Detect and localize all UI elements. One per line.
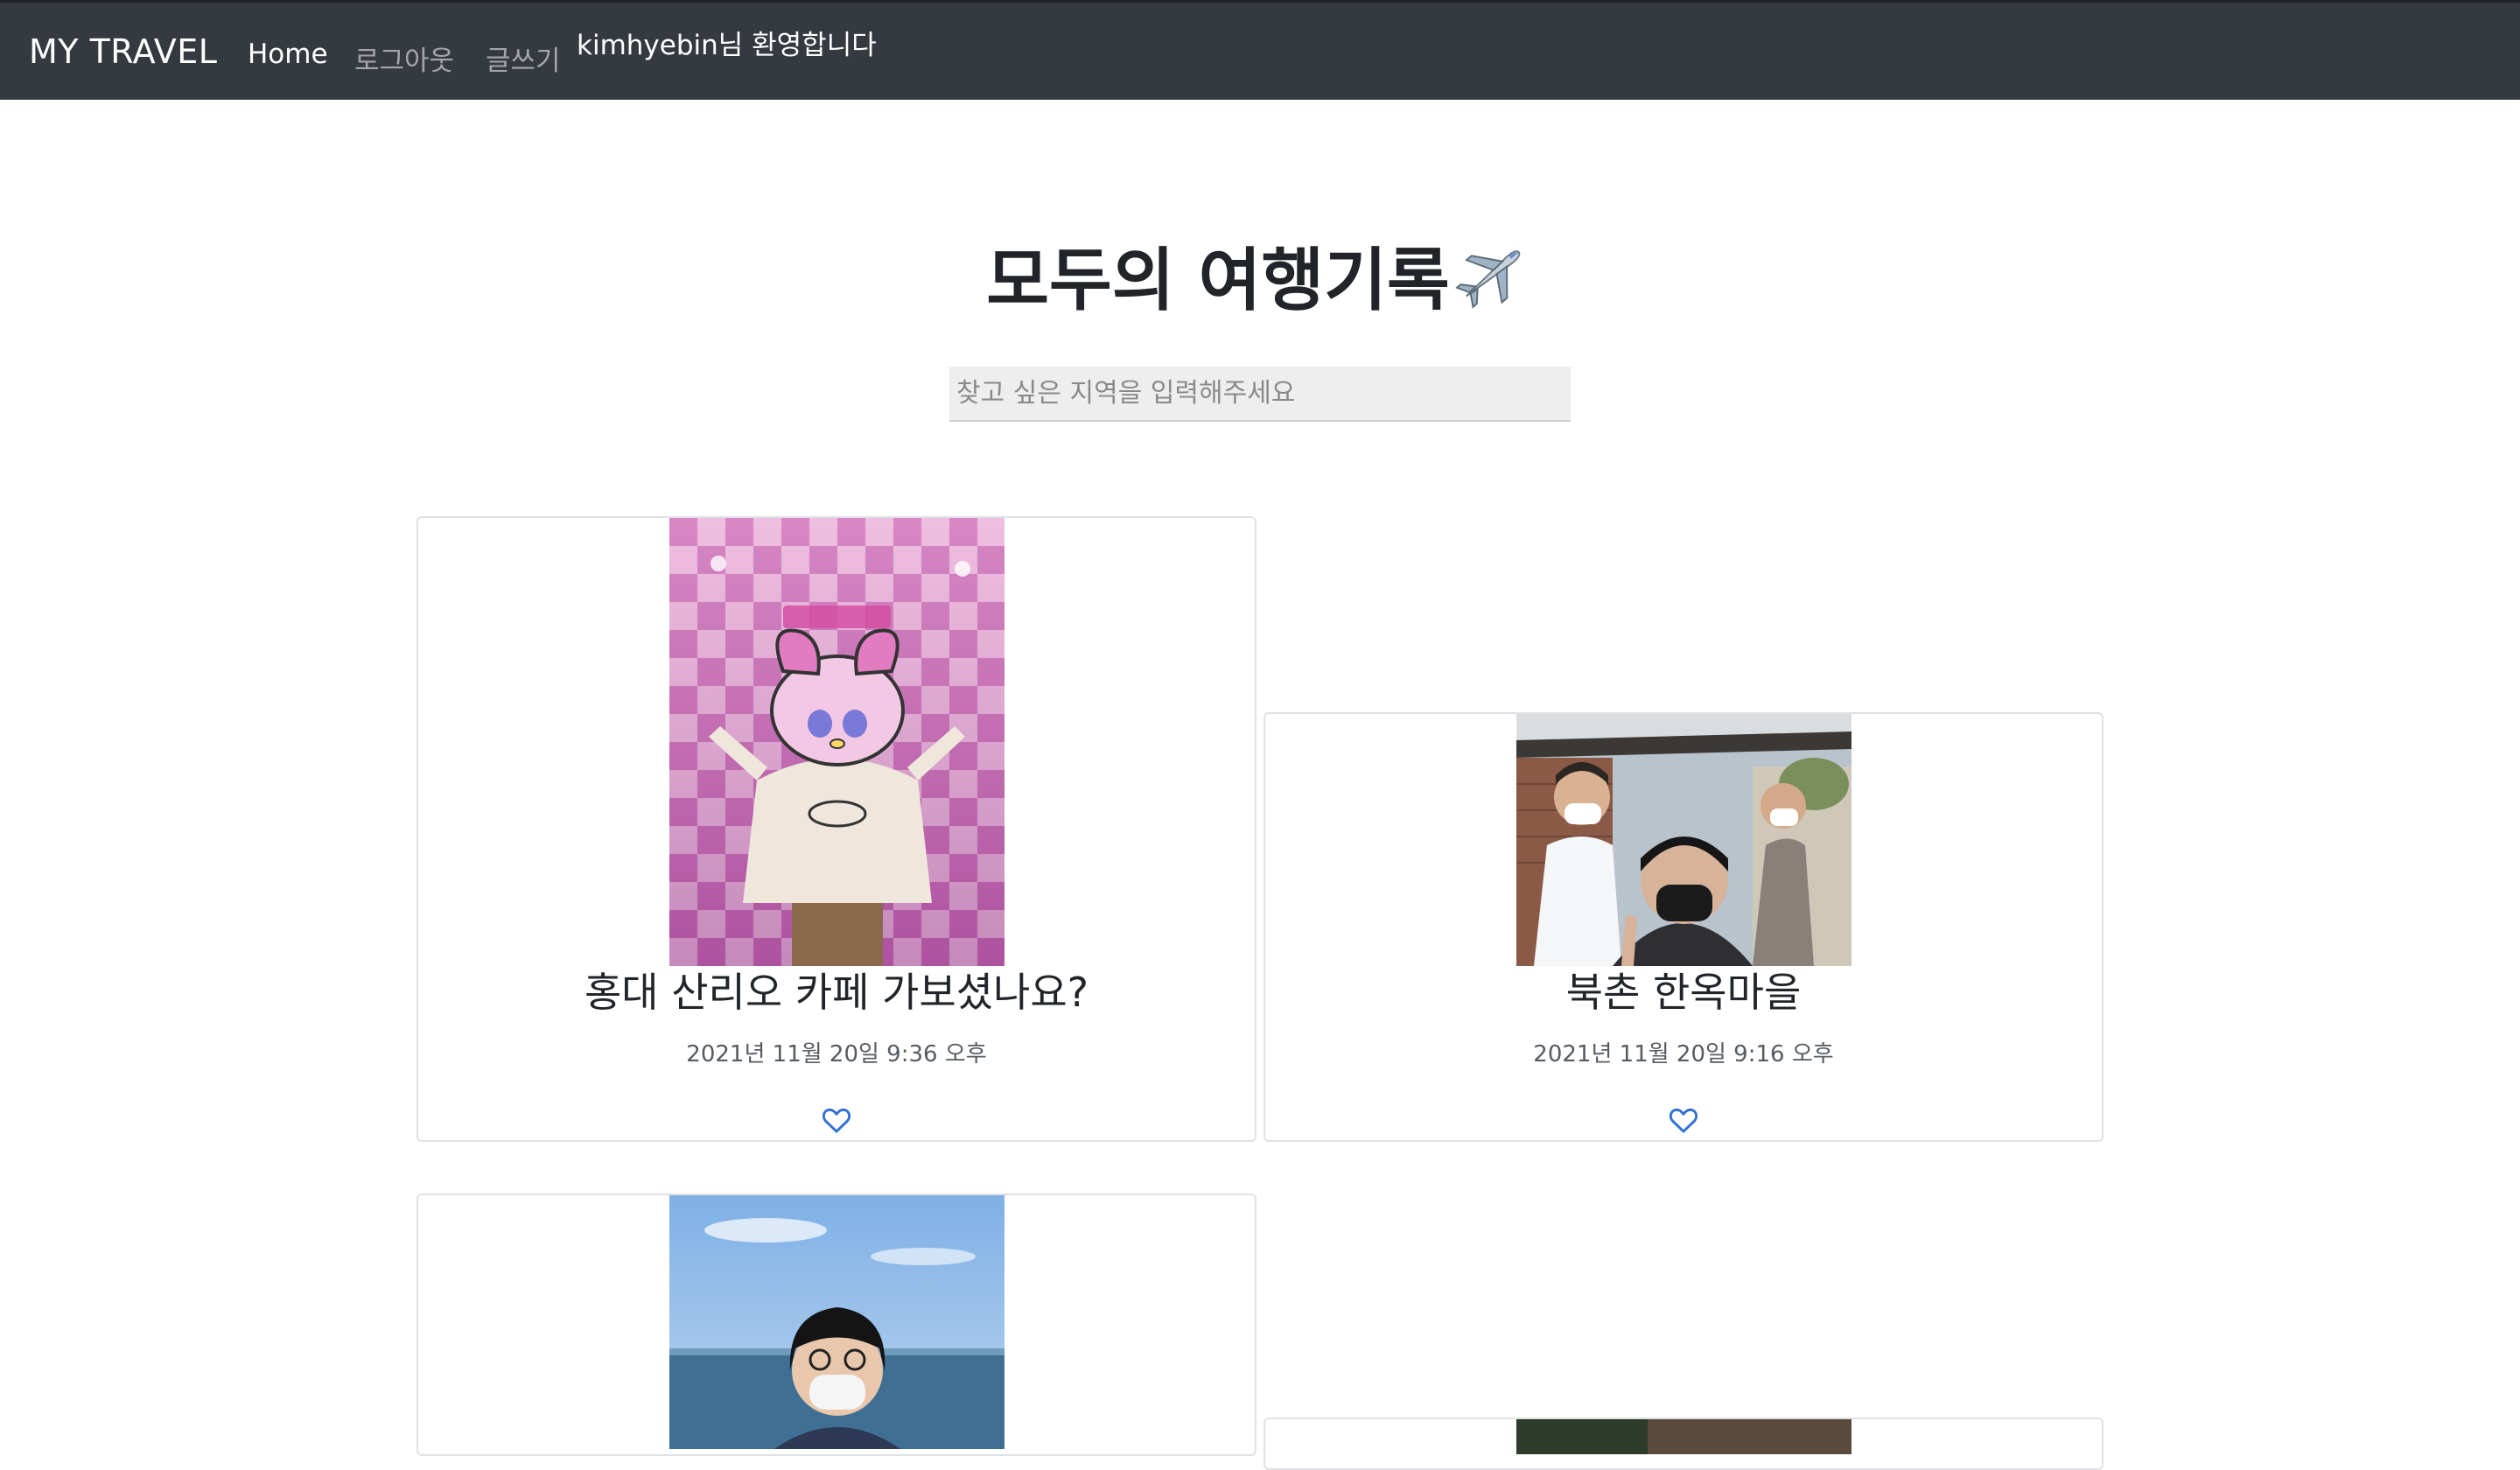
post-card[interactable] [1264, 1418, 2104, 1470]
navbar: MY TRAVEL Home 로그아웃 글쓰기 kimhyebin님 환영합니다 [0, 0, 2520, 100]
post-photo [669, 1195, 1004, 1449]
post-photo [669, 518, 1004, 966]
post-date: 2021년 11월 20일 9:16 오후 [1533, 1041, 1834, 1068]
post-card[interactable]: 북촌 한옥마을 2021년 11월 20일 9:16 오후 [1264, 712, 2104, 1142]
post-card[interactable] [416, 1194, 1256, 1456]
page-title: 모두의 여행기록 [0, 226, 2520, 324]
post-title[interactable]: 북촌 한옥마을 [1265, 966, 2102, 1018]
airplane-icon [1450, 237, 1534, 312]
brand-link[interactable]: MY TRAVEL [29, 32, 217, 71]
post-card[interactable]: 홍대 산리오 카페 가보셨나요? 2021년 11월 20일 9:36 오후 [416, 516, 1256, 1142]
nav-home-link[interactable]: Home [248, 38, 328, 70]
post-photo [1516, 714, 1852, 966]
post-title[interactable]: 홍대 산리오 카페 가보셨나요? [418, 966, 1255, 1018]
welcome-message: kimhyebin님 환영합니다 [577, 30, 877, 61]
post-date: 2021년 11월 20일 9:36 오후 [686, 1041, 987, 1068]
search-input[interactable] [949, 367, 1571, 422]
nav-logout-link[interactable]: 로그아웃 [354, 38, 454, 78]
post-photo [1516, 1419, 1852, 1454]
page-title-text: 모두의 여행기록 [986, 242, 1450, 320]
heart-icon[interactable] [821, 1106, 852, 1134]
nav-write-link[interactable]: 글쓰기 [486, 38, 561, 78]
heart-icon[interactable] [1668, 1106, 1699, 1134]
